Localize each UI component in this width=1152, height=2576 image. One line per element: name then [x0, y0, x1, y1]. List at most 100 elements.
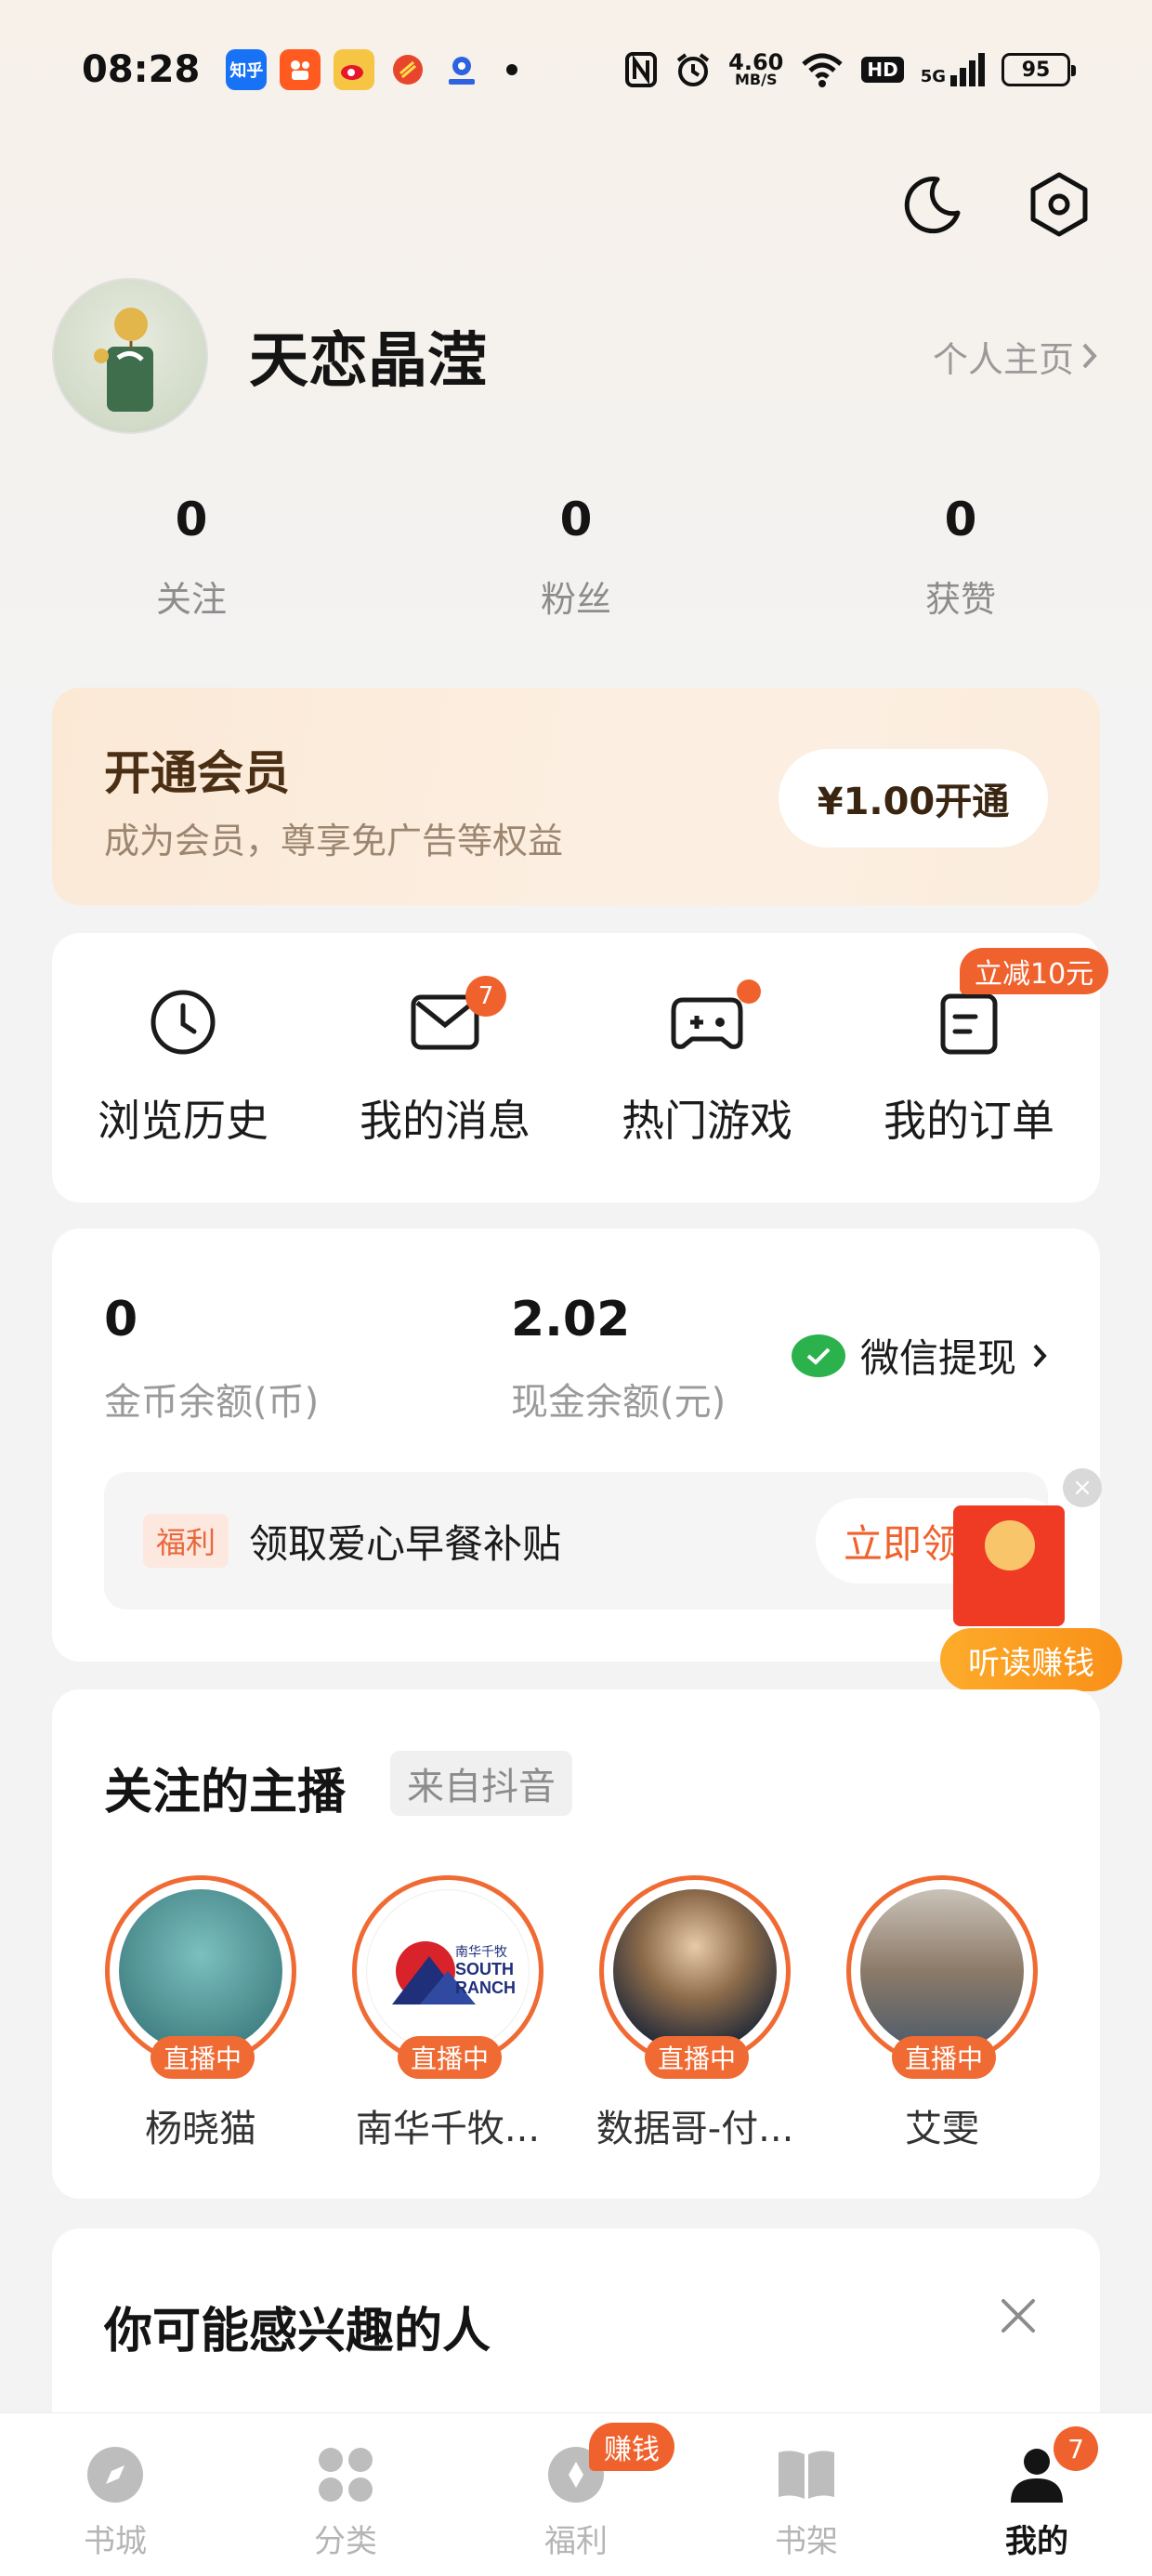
coin-balance-value: 0: [104, 1292, 138, 1347]
bottom-tab-bar: 书城 分类 福利 赚钱 书架 我的 7: [0, 2412, 1152, 2576]
battery-level: 95: [1021, 58, 1051, 82]
tab-bookshelf[interactable]: 书架: [691, 2413, 922, 2576]
anchor-name: 艾雯: [905, 2108, 979, 2150]
vip-open-button[interactable]: ¥1.00开通: [779, 749, 1048, 848]
homepage-link-label: 个人主页: [932, 338, 1074, 380]
notification-app-icons: 知乎: [226, 49, 518, 90]
anchor-avatar-ring: 南华千牧 SOUTH RANCH 直播中: [352, 1875, 543, 2079]
stat-followers[interactable]: 0 粉丝: [465, 493, 687, 622]
settings-icon: [1030, 172, 1088, 237]
live-badge: 直播中: [151, 2036, 255, 2079]
welfare-tag: 福利: [143, 1514, 229, 1568]
mine-badge: 7: [1054, 2426, 1098, 2471]
anchor-name: 数据哥-付...: [596, 2108, 794, 2150]
listen-earn-widget[interactable]: 听读赚钱 ×: [940, 1468, 1122, 1691]
order-icon: 立减10元: [932, 948, 1109, 1059]
battery-indicator: 95: [1001, 53, 1076, 86]
welfare-text: 领取爱心早餐补贴: [249, 1520, 562, 1567]
stat-following[interactable]: 0 关注: [80, 493, 303, 622]
quick-item-games[interactable]: 热门游戏: [576, 933, 838, 1203]
gamepad-icon: [670, 979, 761, 1059]
anchor-name: 杨晓猫: [145, 2108, 256, 2150]
quick-item-label: 热门游戏: [622, 1096, 792, 1146]
status-bar: 08:28 知乎 4.60 MB/S HD 5G 95: [0, 37, 1152, 102]
quick-item-history[interactable]: 浏览历史: [52, 933, 314, 1203]
vip-title: 开通会员: [104, 746, 290, 800]
quick-item-label: 我的订单: [884, 1096, 1054, 1146]
coin-balance[interactable]: 0 金币余额(币): [104, 1292, 319, 1426]
wechat-withdraw-label: 微信提现: [859, 1335, 1016, 1381]
tab-label: 书架: [775, 2523, 838, 2560]
orders-discount-badge: 立减10元: [960, 948, 1109, 994]
wechat-withdraw-button[interactable]: 微信提现: [791, 1327, 1048, 1384]
anchor-avatar-ring: 直播中: [599, 1875, 791, 2079]
zhihu-icon: 知乎: [226, 49, 268, 90]
avatar[interactable]: [52, 278, 208, 434]
anchor-item[interactable]: 南华千牧 SOUTH RANCH 直播中 南华千牧...: [346, 1875, 550, 2152]
live-badge: 直播中: [645, 2036, 750, 2079]
svg-text:SOUTH: SOUTH: [455, 1960, 514, 1978]
clock-icon: [146, 985, 220, 1059]
cash-balance-label: 现金余额(元): [511, 1381, 727, 1424]
wifi-icon: [802, 53, 844, 87]
tab-label: 书城: [84, 2523, 147, 2560]
chevron-right-icon: [1033, 1344, 1047, 1367]
coin-icon: [985, 1520, 1035, 1571]
svg-text:南华千牧: 南华千牧: [455, 1944, 507, 1959]
top-actions: [896, 167, 1096, 242]
tab-mine[interactable]: 我的 7: [922, 2413, 1152, 2576]
close-suggestions-button[interactable]: [988, 2286, 1048, 2346]
stat-label: 获赞: [924, 579, 996, 620]
welfare-earn-badge: 赚钱: [589, 2423, 674, 2471]
tab-label: 我的: [1005, 2523, 1068, 2560]
quick-item-messages[interactable]: 7 我的消息: [314, 933, 576, 1203]
stat-value: 0: [944, 493, 977, 546]
cash-balance[interactable]: 2.02 现金余额(元): [511, 1292, 726, 1426]
book-icon: [773, 2441, 840, 2508]
homepage-link[interactable]: 个人主页: [933, 331, 1100, 382]
compass-icon: [82, 2441, 149, 2508]
chevron-right-icon: [1082, 343, 1097, 369]
live-badge: 直播中: [892, 2036, 997, 2079]
moon-icon: [904, 177, 961, 234]
anchor-avatar: [119, 1889, 282, 2053]
quick-item-orders[interactable]: 立减10元 我的订单: [838, 933, 1109, 1203]
weibo-icon: [334, 49, 375, 90]
alarm-icon: [676, 53, 710, 86]
anchor-avatar-ring: 直播中: [105, 1875, 296, 2079]
coin-balance-label: 金币余额(币): [104, 1381, 320, 1424]
category-icon: [312, 2441, 379, 2508]
network-label: 5G: [920, 67, 946, 86]
net-speed: 4.60 MB/S: [728, 51, 783, 86]
app-red-icon: [387, 49, 428, 90]
profile-header: 天恋晶滢 个人主页: [52, 277, 1100, 435]
red-packet-icon: [953, 1505, 1065, 1626]
anchor-avatar: 南华千牧 SOUTH RANCH: [366, 1889, 530, 2053]
cash-balance-value: 2.02: [511, 1292, 631, 1347]
stat-label: 关注: [155, 579, 227, 620]
signal-icon: 5G: [921, 53, 985, 86]
stat-value: 0: [559, 493, 593, 546]
vip-subtitle: 成为会员，尊享免广告等权益: [104, 821, 564, 861]
tab-bookstore[interactable]: 书城: [0, 2413, 230, 2576]
anchor-avatar-ring: 直播中: [846, 1875, 1038, 2079]
welfare-banner[interactable]: 福利 领取爱心早餐补贴 立即领取: [104, 1472, 1067, 1610]
vip-card[interactable]: 开通会员 成为会员，尊享免广告等权益 ¥1.00开通: [52, 688, 1100, 905]
tab-category[interactable]: 分类: [230, 2413, 461, 2576]
kuaishou-icon: [280, 49, 321, 90]
anchor-item[interactable]: 直播中 杨晓猫: [98, 1875, 303, 2152]
night-mode-button[interactable]: [896, 167, 970, 242]
nfc-icon: [625, 52, 658, 87]
anchor-avatar: [860, 1889, 1024, 2053]
settings-button[interactable]: [1022, 167, 1096, 242]
tab-welfare[interactable]: 福利 赚钱: [461, 2413, 691, 2576]
section-title: 关注的主播: [104, 1765, 347, 1820]
messages-badge: 7: [465, 976, 506, 1017]
quick-item-label: 我的消息: [360, 1096, 530, 1146]
anchor-item[interactable]: 直播中 艾雯: [840, 1875, 1044, 2152]
status-time: 08:28: [82, 48, 201, 91]
close-widget-button[interactable]: ×: [1063, 1468, 1102, 1507]
listen-earn-label: 听读赚钱: [940, 1628, 1122, 1691]
anchor-item[interactable]: 直播中 数据哥-付...: [593, 1875, 797, 2152]
stat-likes[interactable]: 0 获赞: [849, 493, 1072, 622]
